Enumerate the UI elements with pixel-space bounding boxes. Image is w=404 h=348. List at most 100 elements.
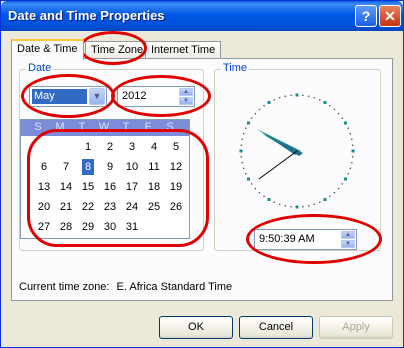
hour-mark xyxy=(343,177,347,181)
minute-mark xyxy=(240,156,243,158)
time-spin-arrows-icon[interactable]: ▲ ▼ xyxy=(341,231,355,248)
minute-mark xyxy=(278,203,281,206)
month-select[interactable]: May ▼ xyxy=(29,86,107,107)
calendar-day[interactable]: 20 xyxy=(33,199,55,215)
close-button[interactable]: ✕ xyxy=(379,5,401,27)
minute-mark xyxy=(329,104,331,107)
year-spinner[interactable]: 2012 ▲ ▼ xyxy=(117,86,195,107)
calendar-day[interactable]: 6 xyxy=(33,159,55,175)
apply-button[interactable]: Apply xyxy=(319,316,393,339)
calendar-day[interactable]: 15 xyxy=(77,179,99,195)
time-spinner[interactable]: 9:50:39 AM ▲ ▼ xyxy=(254,229,357,250)
minute-mark xyxy=(245,172,247,175)
weekday-header: S M TWT F S xyxy=(21,120,189,136)
minute-mark xyxy=(245,127,247,130)
timezone-value: E. Africa Standard Time xyxy=(116,281,233,293)
calendar-day[interactable]: 9 xyxy=(99,159,121,175)
calendar-day[interactable]: 29 xyxy=(77,219,99,235)
calendar-day[interactable]: 7 xyxy=(55,159,77,175)
minute-mark xyxy=(241,161,244,164)
time-value: 9:50:39 AM xyxy=(259,233,315,245)
minute-mark xyxy=(329,195,331,198)
date-time-properties-window: Date and Time Properties ? ✕ Date & Time… xyxy=(0,0,404,348)
ok-button[interactable]: OK xyxy=(159,316,233,339)
minute-mark xyxy=(258,108,261,111)
minute-mark xyxy=(333,191,336,194)
weekday-label: S xyxy=(34,121,42,133)
calendar-day[interactable]: 31 xyxy=(121,219,143,235)
calendar-day[interactable]: 3 xyxy=(121,139,143,155)
minute-mark xyxy=(241,138,244,141)
calendar-day[interactable]: 26 xyxy=(165,199,187,215)
calendar-day[interactable]: 14 xyxy=(55,179,77,195)
calendar-day[interactable]: 2 xyxy=(99,139,121,155)
tab-date-time[interactable]: Date & Time xyxy=(11,39,84,60)
minute-mark xyxy=(302,94,304,97)
minute-mark xyxy=(318,201,321,203)
year-spin-arrows-icon[interactable]: ▲ ▼ xyxy=(179,88,193,105)
calendar-day[interactable]: 28 xyxy=(55,219,77,235)
minute-mark xyxy=(242,132,245,135)
minute-mark xyxy=(250,183,253,185)
calendar-day[interactable]: 4 xyxy=(143,139,165,155)
minute-mark xyxy=(349,132,352,135)
analog-clock xyxy=(239,93,355,209)
year-value: 2012 xyxy=(122,90,147,102)
cancel-button[interactable]: Cancel xyxy=(239,316,313,339)
hour-mark xyxy=(295,93,299,97)
minute-mark xyxy=(284,95,287,98)
minute-mark xyxy=(254,187,257,190)
tab-internet-time[interactable]: Internet Time xyxy=(145,41,222,59)
weekday-label: W xyxy=(98,121,110,133)
minute-mark xyxy=(290,205,292,208)
calendar-day[interactable]: 21 xyxy=(55,199,77,215)
minute-mark xyxy=(273,201,276,203)
hour-mark xyxy=(267,197,271,201)
minute-mark xyxy=(350,138,353,141)
weekday-label: M xyxy=(55,121,65,133)
minute-mark xyxy=(290,94,292,97)
calendar-day[interactable]: 30 xyxy=(99,219,121,235)
tab-time-zone[interactable]: Time Zone xyxy=(85,41,150,59)
timezone-line: Current time zone: E. Africa Standard Ti… xyxy=(19,281,232,293)
hour-mark xyxy=(343,121,347,125)
title-bar[interactable]: Date and Time Properties ? ✕ xyxy=(1,1,403,31)
calendar-day[interactable]: 8 xyxy=(82,159,94,175)
calendar-day[interactable]: 16 xyxy=(99,179,121,195)
minute-mark xyxy=(333,108,336,111)
month-calendar[interactable]: SMTWTFS 1 2 3 4 5 6 7 8 9 10 11 12 13 14 15 16 17 18 19 20 2… xyxy=(20,119,190,239)
minute-mark xyxy=(278,96,281,99)
timezone-label: Current time zone: xyxy=(19,281,110,293)
weekday-label: F xyxy=(144,121,152,133)
hour-mark xyxy=(323,101,327,105)
calendar-day[interactable]: 13 xyxy=(33,179,55,195)
calendar-day[interactable]: 1 xyxy=(77,139,99,155)
calendar-day[interactable]: 11 xyxy=(143,159,165,175)
minute-mark xyxy=(250,117,253,119)
hour-mark xyxy=(247,121,251,125)
calendar-day[interactable]: 25 xyxy=(143,199,165,215)
weekday-label: T xyxy=(78,121,86,133)
minute-mark xyxy=(351,156,354,158)
minute-mark xyxy=(337,187,340,190)
hour-mark xyxy=(239,149,243,153)
help-button[interactable]: ? xyxy=(355,5,377,27)
calendar-day[interactable]: 18 xyxy=(143,179,165,195)
second-hand xyxy=(258,150,298,180)
calendar-day[interactable]: 22 xyxy=(77,199,99,215)
calendar-day[interactable]: 5 xyxy=(165,139,187,155)
minute-mark xyxy=(347,127,349,130)
minute-hand xyxy=(261,133,303,156)
calendar-day[interactable]: 10 xyxy=(121,159,143,175)
calendar-day[interactable]: 23 xyxy=(99,199,121,215)
hour-mark xyxy=(295,205,299,209)
minute-mark xyxy=(302,205,304,208)
calendar-day[interactable]: 12 xyxy=(165,159,187,175)
chevron-down-icon[interactable]: ▼ xyxy=(89,88,105,105)
minute-mark xyxy=(318,99,321,101)
calendar-day[interactable]: 24 xyxy=(121,199,143,215)
calendar-day[interactable]: 27 xyxy=(33,219,55,235)
hour-mark xyxy=(267,101,271,105)
calendar-day[interactable]: 19 xyxy=(165,179,187,195)
calendar-day[interactable]: 17 xyxy=(121,179,143,195)
